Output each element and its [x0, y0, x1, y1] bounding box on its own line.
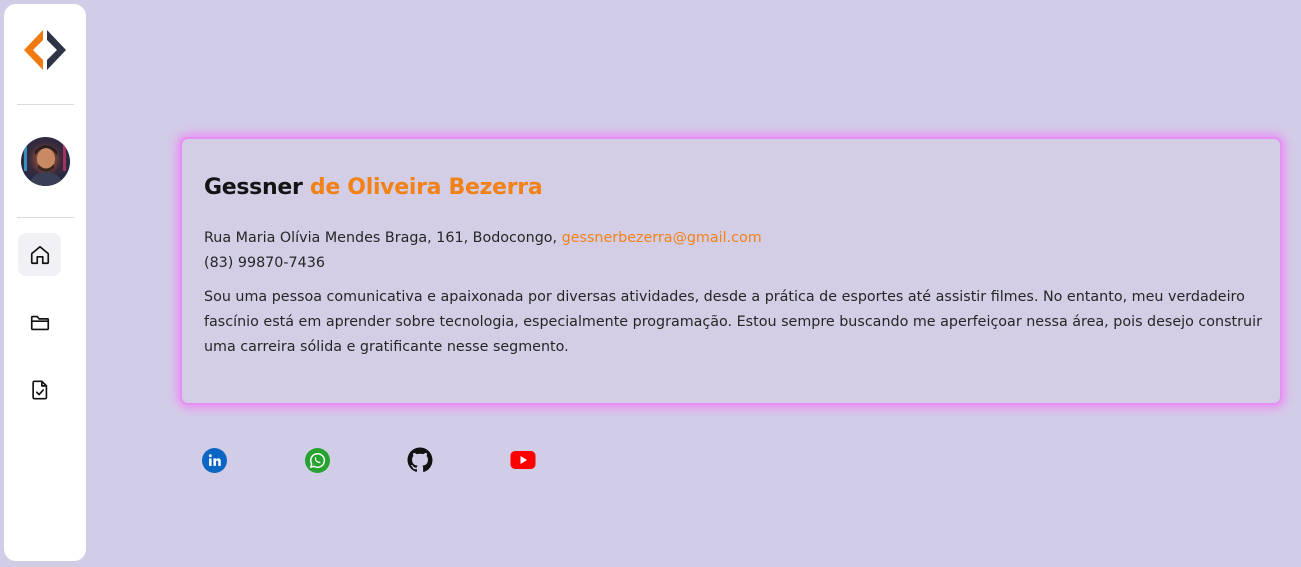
- whatsapp-link[interactable]: [304, 447, 330, 473]
- phone: (83) 99870-7436: [204, 255, 325, 271]
- github-icon: [407, 447, 433, 473]
- sidebar-item-projects[interactable]: [18, 301, 61, 344]
- whatsapp-icon: [304, 447, 330, 473]
- youtube-icon: [510, 451, 536, 469]
- address: Rua Maria Olívia Mendes Braga, 161, Bodo…: [204, 230, 558, 246]
- github-link[interactable]: [407, 447, 433, 473]
- linkedin-icon: [201, 447, 227, 473]
- brand-logo-icon[interactable]: [24, 28, 66, 72]
- sidebar: [4, 4, 86, 561]
- profile-name: Gessner de Oliveira Bezerra: [204, 175, 1258, 207]
- sidebar-divider: [17, 217, 74, 218]
- last-name: de Oliveira Bezerra: [309, 175, 543, 200]
- first-name: Gessner: [204, 175, 303, 200]
- folder-icon: [30, 315, 49, 330]
- bio-text: Sou uma pessoa comunicativa e apaixonada…: [204, 289, 1262, 355]
- youtube-link[interactable]: [510, 447, 536, 473]
- profile-avatar[interactable]: [21, 137, 70, 186]
- linkedin-link[interactable]: [201, 447, 227, 473]
- sidebar-divider: [17, 104, 74, 105]
- sidebar-item-resume[interactable]: [18, 368, 61, 411]
- email-link[interactable]: gessnerbezerra@gmail.com: [562, 230, 762, 246]
- file-check-icon: [31, 379, 47, 400]
- sidebar-item-home[interactable]: [18, 233, 61, 276]
- contact-info: Rua Maria Olívia Mendes Braga, 161, Bodo…: [204, 226, 1258, 276]
- home-icon: [30, 245, 49, 264]
- profile-card: Gessner de Oliveira Bezerra Rua Maria Ol…: [180, 137, 1282, 405]
